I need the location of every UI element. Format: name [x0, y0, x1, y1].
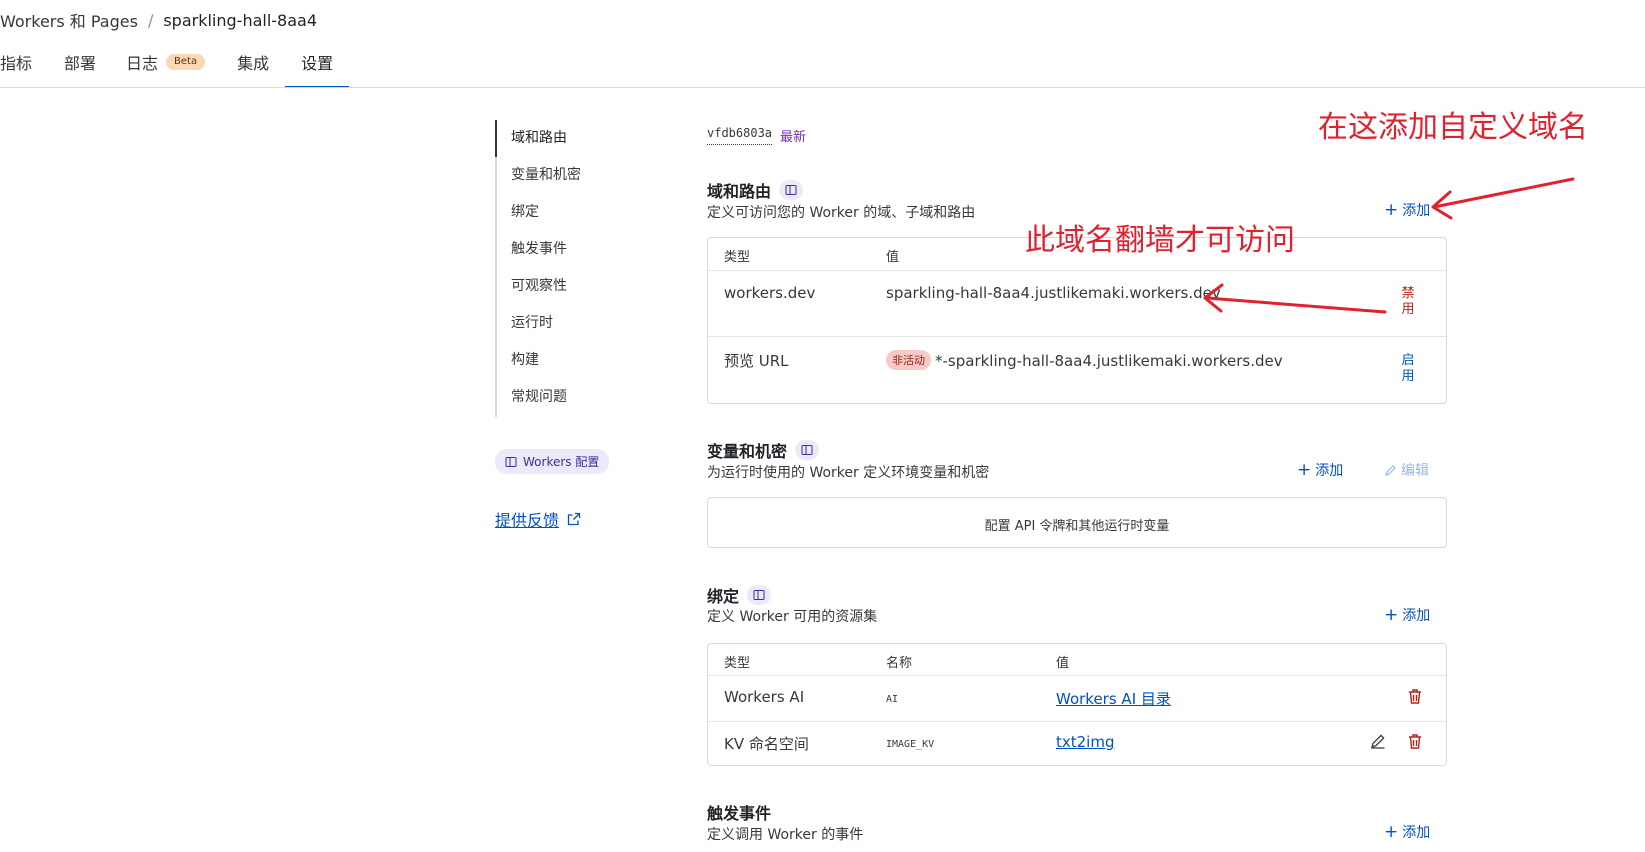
arrow-to-workers-dev	[1203, 283, 1387, 314]
arrow-to-add	[1431, 177, 1575, 220]
annotation-arrows	[1203, 177, 1575, 314]
